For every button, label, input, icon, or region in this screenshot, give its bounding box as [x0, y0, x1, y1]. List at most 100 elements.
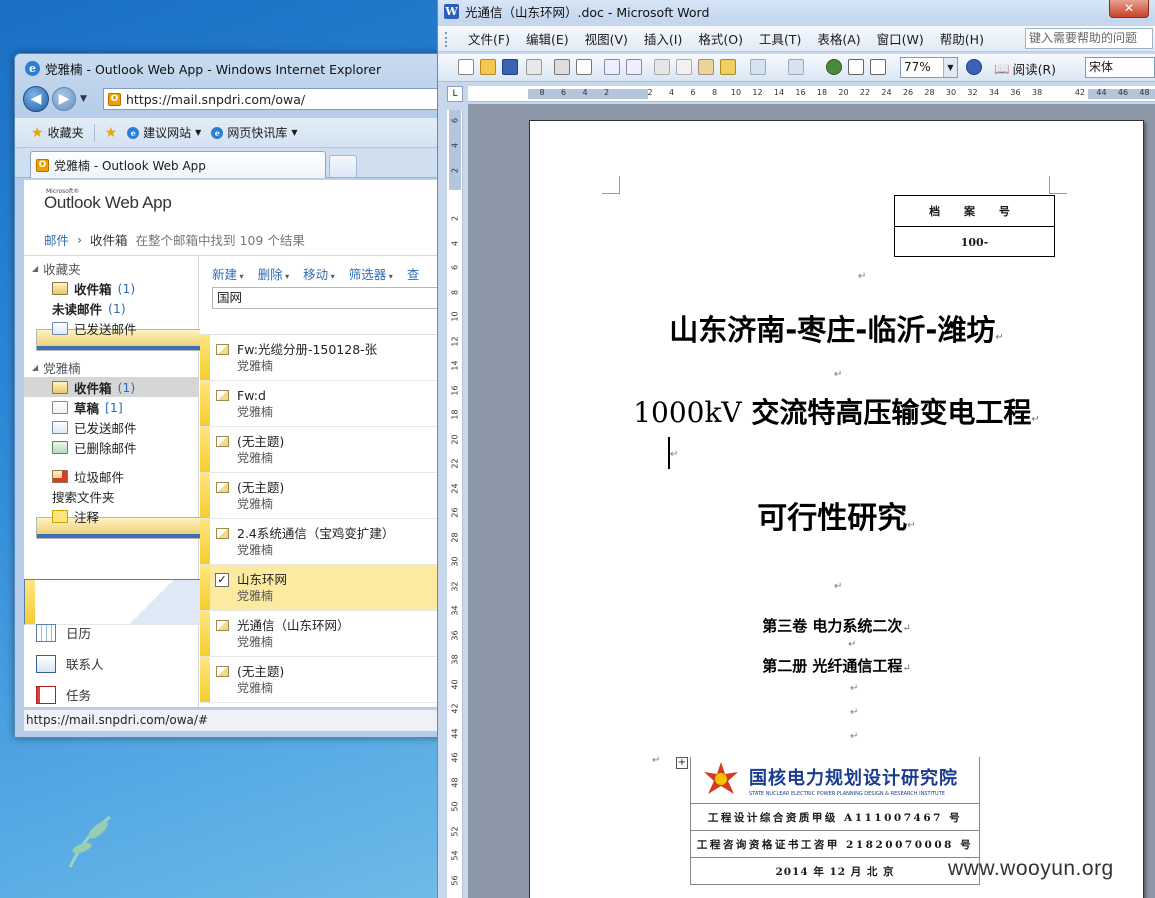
menu-edit[interactable]: 编辑(E)	[518, 29, 577, 48]
hyperlink-icon[interactable]	[826, 59, 842, 75]
back-button[interactable]: ◀	[23, 86, 49, 112]
institute-table[interactable]: 国核电力规划设计研究院 STATE NUCLEAR ELECTRIC POWER…	[690, 757, 980, 885]
toolbar-grip[interactable]	[445, 32, 448, 47]
menu-tools[interactable]: 工具(T)	[751, 29, 809, 48]
message-checkbox[interactable]: ✓	[215, 573, 229, 587]
folder-drafts[interactable]: 草稿 [1]	[24, 397, 198, 417]
copy-icon[interactable]	[676, 59, 692, 75]
message-row-selected[interactable]: ✓ 山东环网 党雅楠	[200, 565, 453, 611]
new-tab-button[interactable]	[329, 155, 357, 177]
ie-window[interactable]: e 党雅楠 - Outlook Web App - Windows Intern…	[14, 53, 454, 738]
permission-icon[interactable]	[526, 59, 542, 75]
word-titlebar[interactable]: W 光通信（山东环网）.doc - Microsoft Word ✕	[438, 0, 1155, 22]
folder-sent[interactable]: 已发送邮件	[24, 417, 198, 437]
save-icon[interactable]	[502, 59, 518, 75]
fav-folder-sent[interactable]: 已发送邮件	[24, 318, 198, 338]
new-button[interactable]: 新建	[212, 264, 244, 283]
ruler-tick-label: 2	[647, 88, 653, 97]
menu-insert[interactable]: 插入(I)	[636, 29, 690, 48]
redo-icon[interactable]	[788, 59, 804, 75]
doc-title-line2[interactable]: 1000kV 交流特高压输变电工程↵	[530, 391, 1143, 431]
doc-title-line3[interactable]: 可行性研究↵	[530, 493, 1143, 537]
fav-folder-unread[interactable]: 未读邮件 (1)	[24, 298, 276, 351]
ruler-tick-label: 4	[450, 142, 460, 149]
tab-selector[interactable]: L	[447, 86, 463, 102]
vertical-ruler[interactable]: 6 4 2 2 4 6 8 10 12 14 16 18 20 22 24 26 28 30 32 34 36 38 40 4…	[447, 110, 463, 898]
menu-file[interactable]: 文件(F)	[460, 29, 518, 48]
ruler-tick-label: 48	[450, 776, 460, 788]
format-painter-icon[interactable]	[720, 59, 736, 75]
print-icon[interactable]	[554, 59, 570, 75]
history-dropdown-icon[interactable]: ▼	[80, 94, 87, 104]
suggested-sites-link[interactable]: e 建议网站 ▼	[127, 124, 201, 141]
tab-outlook[interactable]: O 党雅楠 - Outlook Web App	[30, 151, 326, 178]
menu-help[interactable]: 帮助(H)	[932, 29, 992, 48]
tables-borders-icon[interactable]	[848, 59, 864, 75]
doc-title-line1[interactable]: 山东济南-枣庄-临沂-潍坊↵	[530, 307, 1143, 349]
fav-folder-inbox[interactable]: 收件箱 (1)	[24, 278, 198, 298]
open-folder-icon[interactable]	[480, 59, 496, 75]
menu-format[interactable]: 格式(O)	[690, 29, 751, 48]
table-move-handle[interactable]: +	[676, 757, 688, 769]
message-row[interactable]: 2.4系统通信（宝鸡变扩建） 党雅楠	[200, 519, 453, 565]
spelling-icon[interactable]	[604, 59, 620, 75]
message-row[interactable]: Fw:d 党雅楠	[200, 381, 453, 427]
breadcrumb-mail-link[interactable]: 邮件	[44, 230, 69, 249]
word-window[interactable]: W 光通信（山东环网）.doc - Microsoft Word ✕ 文件(F)…	[437, 0, 1155, 898]
print-preview-icon[interactable]	[576, 59, 592, 75]
reading-layout-button[interactable]: 📖 阅读(R)	[994, 59, 1056, 78]
font-select[interactable]: 宋体	[1085, 57, 1155, 78]
document-canvas[interactable]: 档 案 号 100- ↵ 山东济南-枣庄-临沂-潍坊↵ ↵ 1000kV 交流特…	[468, 104, 1155, 898]
new-document-icon[interactable]	[458, 59, 474, 75]
folder-deleted[interactable]: 已删除邮件	[24, 437, 198, 457]
filter-button[interactable]: 筛选器	[349, 264, 393, 283]
nav-calendar[interactable]: 日历	[24, 617, 198, 648]
folder-search-folders[interactable]: 搜索文件夹	[24, 486, 276, 539]
insert-table-icon[interactable]	[870, 59, 886, 75]
menu-window[interactable]: 窗口(W)	[869, 29, 932, 48]
nav-mail[interactable]: 邮件	[24, 578, 279, 625]
address-bar[interactable]: O https://mail.snpdri.com/owa/	[103, 88, 453, 110]
nav-contacts[interactable]: 联系人	[24, 648, 198, 679]
menu-view[interactable]: 视图(V)	[577, 29, 636, 48]
menu-table[interactable]: 表格(A)	[809, 29, 868, 48]
mailbox-group-header[interactable]: ◢ 党雅楠	[32, 358, 81, 377]
address-url[interactable]: https://mail.snpdri.com/owa/	[126, 92, 305, 107]
web-slice-gallery-link[interactable]: e 网页快讯库 ▼	[211, 124, 297, 141]
folder-notes[interactable]: 注释	[24, 506, 198, 526]
message-row[interactable]: (无主题) 党雅楠	[200, 657, 453, 703]
institute-name-block: 国核电力规划设计研究院 STATE NUCLEAR ELECTRIC POWER…	[749, 764, 958, 797]
doc-volume[interactable]: 第三卷 电力系统二次↵	[530, 615, 1143, 636]
help-icon[interactable]	[966, 59, 982, 75]
document-page[interactable]: 档 案 号 100- ↵ 山东济南-枣庄-临沂-潍坊↵ ↵ 1000kV 交流特…	[529, 120, 1144, 898]
zoom-select[interactable]: 77% ▼	[900, 57, 958, 78]
folder-inbox[interactable]: 收件箱 (1)	[24, 377, 198, 397]
ruler-tick-label: 10	[450, 311, 460, 322]
message-row[interactable]: (无主题) 党雅楠	[200, 473, 453, 519]
favorites-button[interactable]: ★ 收藏夹	[31, 124, 84, 141]
folder-junk[interactable]: 垃圾邮件	[24, 466, 198, 486]
move-button[interactable]: 移动	[303, 264, 335, 283]
horizontal-ruler[interactable]: 8 6 4 2 2 4 6 8 10 12 14 16 18 20 22 24 26 28 30 32 34 36 38 42…	[468, 86, 1155, 102]
message-row[interactable]: (无主题) 党雅楠	[200, 427, 453, 473]
envelope-icon	[216, 344, 229, 355]
view-button[interactable]: 查	[407, 264, 420, 283]
help-search-input[interactable]: 键入需要帮助的问题	[1025, 28, 1153, 49]
mail-search-input[interactable]: 国网	[212, 287, 452, 309]
undo-icon[interactable]	[750, 59, 766, 75]
message-row[interactable]: Fw:光缆分册-150128-张 党雅楠	[200, 335, 453, 381]
delete-button[interactable]: 删除	[258, 264, 290, 283]
forward-button[interactable]: ▶	[52, 87, 76, 111]
nav-tasks[interactable]: 任务	[24, 679, 198, 707]
ie-titlebar[interactable]: e 党雅楠 - Outlook Web App - Windows Intern…	[25, 59, 381, 77]
research-icon[interactable]	[626, 59, 642, 75]
cut-icon[interactable]	[654, 59, 670, 75]
ruler-margin-left	[528, 89, 648, 99]
favorites-group-header[interactable]: ◢ 收藏夹	[32, 259, 81, 278]
archive-number-table[interactable]: 档 案 号 100-	[894, 195, 1055, 257]
add-favorite-icon[interactable]: ★	[105, 125, 118, 141]
doc-book[interactable]: 第二册 光纤通信工程↵	[530, 655, 1143, 676]
close-button[interactable]: ✕	[1109, 0, 1149, 18]
paste-icon[interactable]	[698, 59, 714, 75]
message-row[interactable]: 光通信（山东环网） 党雅楠	[200, 611, 453, 657]
